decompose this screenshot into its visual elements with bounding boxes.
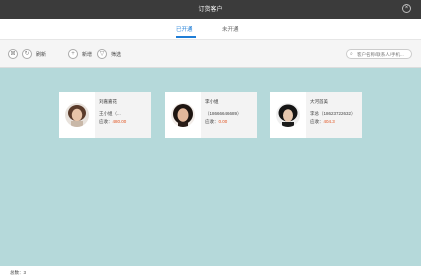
select-all-icon[interactable]: ⊠ bbox=[8, 49, 18, 59]
search-icon: ⌕ bbox=[350, 51, 353, 57]
customer-contact: 王小姐（... bbox=[99, 111, 121, 116]
filter-button[interactable]: 筛选 bbox=[111, 51, 121, 58]
add-icon[interactable]: + bbox=[68, 49, 78, 59]
receivable-amount: 404.3 bbox=[323, 119, 335, 124]
avatar bbox=[171, 103, 195, 127]
toolbar: ⊠ ↻ 刷新 + 新增 ▽ 筛选 ⌕ bbox=[0, 40, 421, 68]
customer-name: 大河首美 bbox=[310, 99, 328, 104]
tab-bar: 已开通 未开通 bbox=[0, 19, 421, 40]
title-bar: 订货客户 × bbox=[0, 0, 421, 19]
tab-activated[interactable]: 已开通 bbox=[176, 25, 193, 33]
tab-not-activated[interactable]: 未开通 bbox=[222, 25, 239, 33]
status-footer: 总数：3 bbox=[0, 266, 421, 280]
customer-name: 刘嘉嘉花 bbox=[99, 99, 117, 104]
active-tab-indicator bbox=[176, 36, 196, 38]
avatar bbox=[65, 103, 89, 127]
customer-contact: 李总（18623722632） bbox=[310, 111, 356, 116]
customer-receivable: 应收：0.00 bbox=[205, 119, 228, 124]
customer-card[interactable]: 大河首美 李总（18623722632） 应收：404.3 bbox=[270, 92, 362, 138]
window-title: 订货客户 bbox=[198, 7, 223, 13]
customer-receivable: 应收：480.00 bbox=[99, 119, 127, 124]
filter-icon[interactable]: ▽ bbox=[97, 49, 107, 59]
refresh-button[interactable]: 刷新 bbox=[36, 51, 46, 58]
customer-name: 李小姐 bbox=[205, 99, 219, 104]
refresh-icon[interactable]: ↻ bbox=[22, 49, 32, 59]
receivable-amount: 0.00 bbox=[218, 119, 228, 124]
customer-contact: （18666646689） bbox=[205, 111, 242, 116]
customer-card[interactable]: 刘嘉嘉花 王小姐（... 应收：480.00 bbox=[59, 92, 151, 138]
customer-card[interactable]: 李小姐 （18666646689） 应收：0.00 bbox=[165, 92, 257, 138]
search-box[interactable]: ⌕ bbox=[346, 49, 412, 59]
add-button[interactable]: 新增 bbox=[82, 51, 92, 58]
search-input[interactable] bbox=[357, 50, 411, 58]
total-count: 总数：3 bbox=[10, 270, 27, 275]
avatar bbox=[276, 103, 300, 127]
receivable-amount: 480.00 bbox=[112, 119, 127, 124]
customer-receivable: 应收：404.3 bbox=[310, 119, 335, 124]
close-icon[interactable]: × bbox=[402, 4, 411, 13]
